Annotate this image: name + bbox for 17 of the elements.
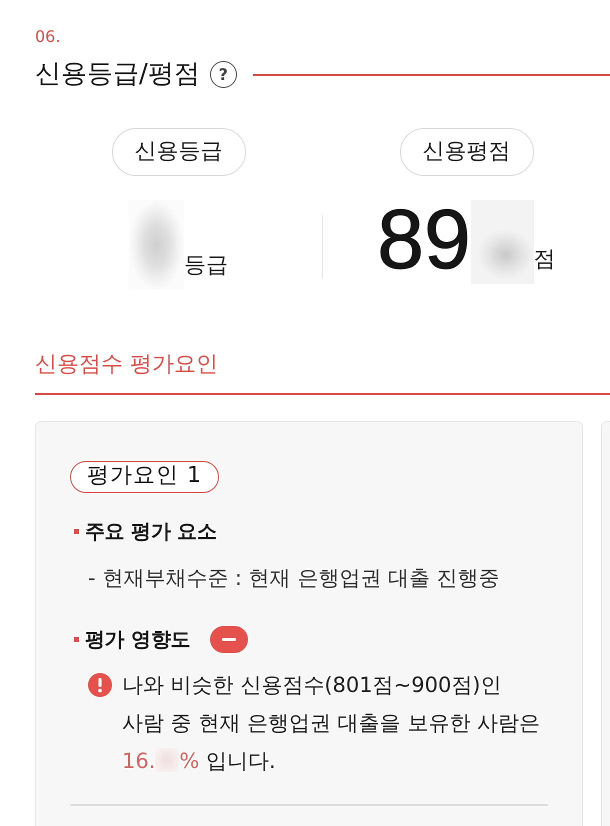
note-text: 나와 비슷한 신용점수(801점~900점)인 사람 중 현재 은행업권 대출을 보유한 사람은 16. % 입니다. [122, 672, 540, 775]
help-button[interactable]: ? [210, 60, 237, 88]
section-number: 06. [35, 27, 60, 47]
summary-label: 신용등급 [112, 128, 246, 176]
bullet-icon [74, 636, 79, 642]
bullet-icon [74, 528, 79, 534]
element-detail: - 현재부채수준 : 현재 은행업권 대출 진행중 [88, 565, 500, 592]
score-value: 89 [377, 203, 471, 275]
factors-title: 신용점수 평가요인 [35, 351, 218, 379]
unit-text: 등급 [184, 252, 228, 280]
section-title: 신용등급/평점 [35, 58, 200, 90]
factor-tag: 평가요인 1 [70, 461, 219, 493]
summary-label: 신용평점 [400, 128, 534, 176]
unit-text: 점 [534, 246, 556, 274]
element-heading: 주요 평가 요소 [85, 518, 217, 545]
impact-heading: 평가 영향도 [85, 626, 190, 653]
exclamation-icon [88, 673, 112, 697]
